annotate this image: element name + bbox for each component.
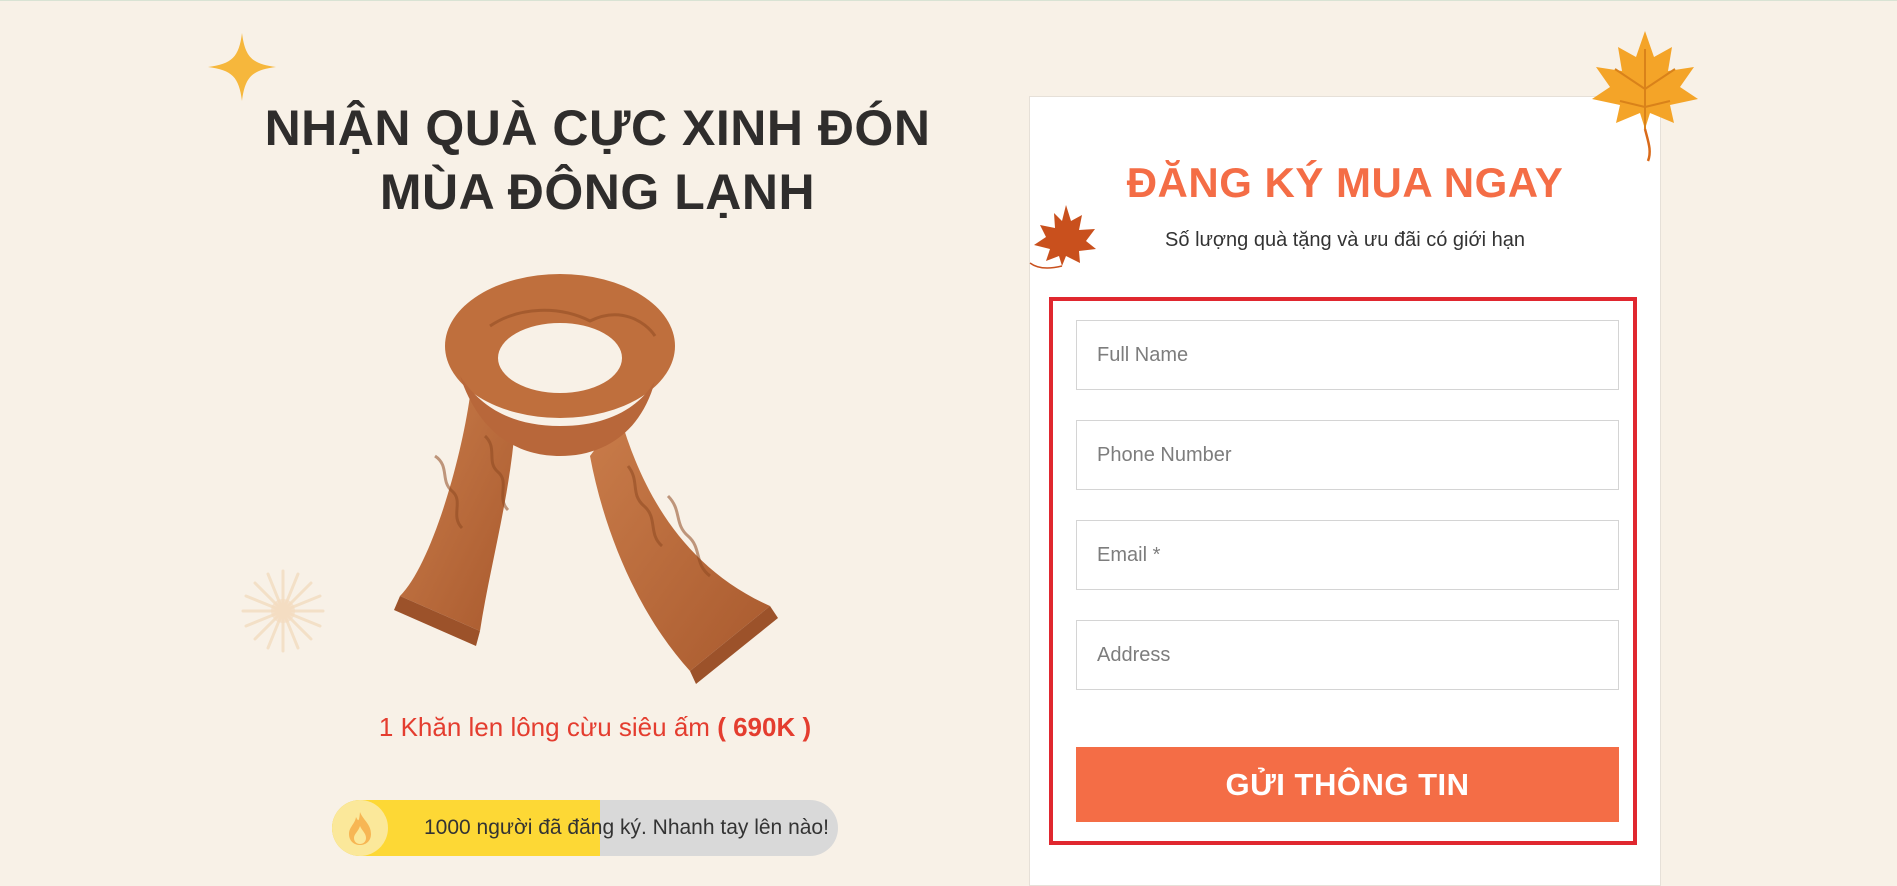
form-subtitle: Số lượng quà tặng và ưu đãi có giới hạn [1165,229,1525,251]
progress-text: 1000 người đã đăng ký. Nhanh tay lên nào… [424,816,829,839]
sparkle-star-icon [208,33,276,101]
submit-button[interactable]: GỬI THÔNG TIN [1076,747,1619,822]
registration-card: ĐĂNG KÝ MUA NGAY Số lượng quà tặng và ưu… [1029,96,1661,886]
hero-title-line2: MÙA ĐÔNG LẠNH [379,164,816,220]
full-name-input[interactable] [1076,320,1619,390]
email-input[interactable] [1076,520,1619,590]
scarf-image [394,274,778,684]
phone-number-input[interactable] [1076,420,1619,490]
registration-form: GỬI THÔNG TIN [1049,297,1637,845]
product-price: ( 690K ) [717,712,812,742]
fire-icon [332,800,388,856]
signup-progress-bar: 1000 người đã đăng ký. Nhanh tay lên nào… [332,800,838,856]
form-title: ĐĂNG KÝ MUA NGAY [1126,159,1564,206]
product-name: 1 Khăn len lông cừu siêu ấm [378,712,710,742]
sunburst-decoration-icon [241,569,325,653]
address-input[interactable] [1076,620,1619,690]
maple-leaf-icon [1592,31,1698,162]
hero-title-line1: NHẬN QUÀ CỰC XINH ĐÓN [264,100,931,156]
product-caption: 1 Khăn len lông cừu siêu ấm ( 690K ) [330,712,860,743]
maple-leaf-icon [1029,205,1096,269]
hero-title: NHẬN QUÀ CỰC XINH ĐÓN MÙA ĐÔNG LẠNH [230,96,965,224]
